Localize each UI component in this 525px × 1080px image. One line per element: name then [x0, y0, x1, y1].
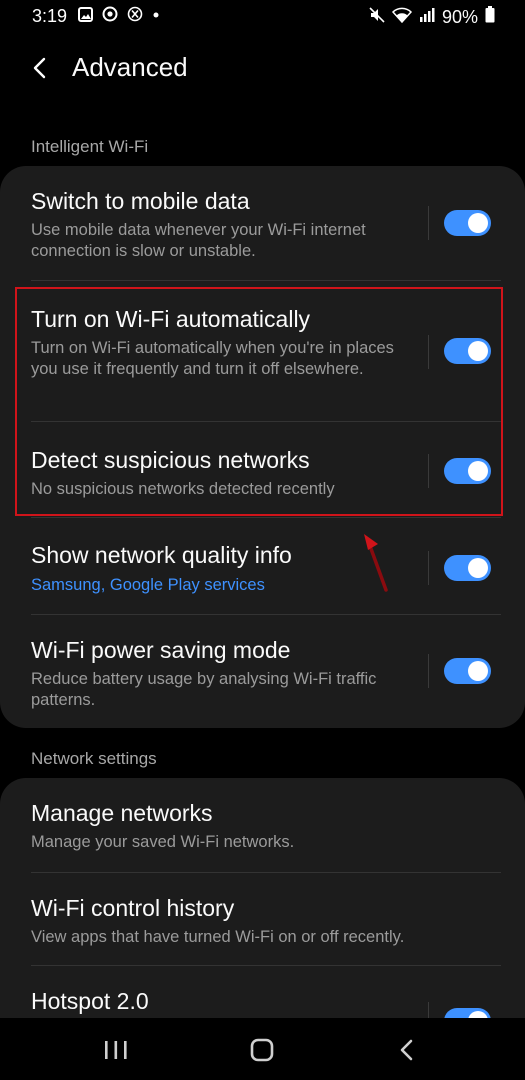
setting-wifi-control-history[interactable]: Wi-Fi control history View apps that hav… — [0, 873, 525, 965]
navigation-bar — [0, 1018, 525, 1080]
annotation-highlight-box — [15, 287, 503, 516]
toggle-switch-to-mobile-data[interactable] — [444, 210, 491, 236]
home-icon — [250, 1038, 274, 1062]
divider — [428, 551, 429, 585]
toggle-wifi-power-saving-mode[interactable] — [444, 658, 491, 684]
setting-title: Hotspot 2.0 — [31, 988, 149, 1014]
back-button[interactable] — [26, 52, 58, 84]
x-app-icon — [127, 6, 143, 27]
setting-title: Wi-Fi power saving mode — [31, 637, 291, 663]
setting-description: View apps that have turned Wi-Fi on or o… — [31, 928, 405, 946]
setting-switch-to-mobile-data[interactable]: Switch to mobile data Use mobile data wh… — [0, 166, 525, 280]
battery-icon — [485, 6, 495, 28]
nav-back-button[interactable] — [393, 1038, 423, 1062]
setting-show-network-quality-info[interactable]: Show network quality info Samsung, Googl… — [0, 518, 525, 614]
setting-hotspot-2-0[interactable]: Hotspot 2.0 — [0, 966, 525, 1036]
wifi-icon — [391, 7, 413, 28]
setting-description: Reduce battery usage by analysing Wi-Fi … — [31, 670, 377, 709]
status-bar: 3:19 90% — [0, 0, 525, 34]
setting-description: Manage your saved Wi-Fi networks. — [31, 833, 295, 851]
signal-icon — [419, 7, 435, 28]
toggle-knob — [468, 558, 488, 578]
section-label-network-settings: Network settings — [31, 749, 157, 768]
toggle-knob — [468, 661, 488, 681]
chevron-left-icon — [33, 57, 46, 79]
setting-title: Switch to mobile data — [31, 188, 250, 214]
section-label-intelligent-wifi: Intelligent Wi-Fi — [31, 137, 149, 156]
setting-title: Manage networks — [31, 800, 213, 826]
app-header: Advanced — [0, 40, 525, 96]
toggle-show-network-quality-info[interactable] — [444, 555, 491, 581]
page-title: Advanced — [72, 52, 188, 82]
sync-icon — [102, 6, 118, 27]
system-status-icons: 90% — [369, 6, 495, 28]
home-button[interactable] — [247, 1038, 277, 1062]
recent-apps-button[interactable] — [101, 1038, 131, 1062]
setting-description-link[interactable]: Samsung, Google Play services — [31, 575, 416, 596]
setting-description: Use mobile data whenever your Wi-Fi inte… — [31, 221, 366, 260]
divider — [428, 206, 429, 240]
annotation-arrow-icon — [364, 534, 388, 592]
gallery-icon — [78, 6, 93, 27]
setting-title: Wi-Fi control history — [31, 895, 235, 921]
setting-title: Show network quality info — [31, 542, 292, 568]
status-time: 3:19 — [32, 6, 68, 26]
recent-apps-icon — [105, 1041, 127, 1059]
setting-wifi-power-saving-mode[interactable]: Wi-Fi power saving mode Reduce battery u… — [0, 615, 525, 728]
setting-manage-networks[interactable]: Manage networks Manage your saved Wi-Fi … — [0, 778, 525, 872]
divider — [428, 654, 429, 688]
mute-icon — [369, 6, 385, 28]
back-icon — [400, 1039, 413, 1061]
notification-icons — [78, 6, 160, 27]
dot-icon — [152, 6, 160, 27]
battery-percent: 90% — [441, 6, 478, 27]
toggle-knob — [468, 213, 488, 233]
